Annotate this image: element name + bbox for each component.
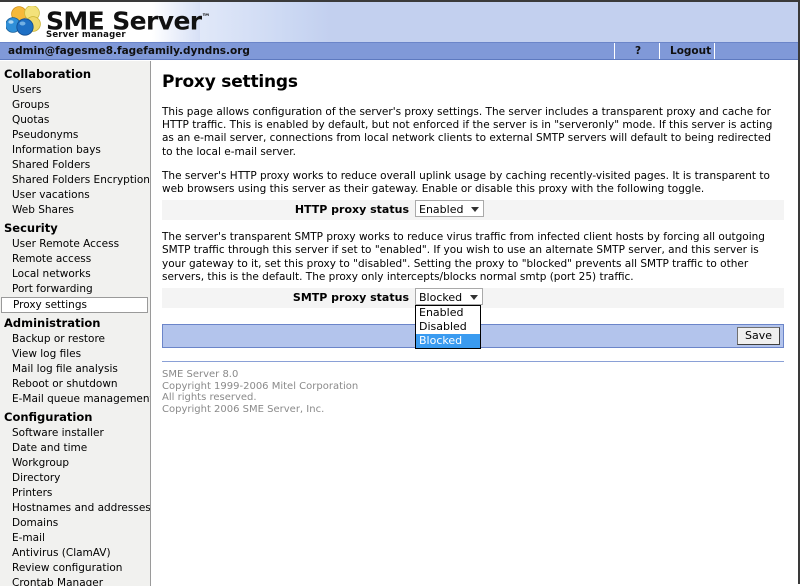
sidebar-item-groups[interactable]: Groups: [0, 98, 150, 113]
trademark-mark: ™: [201, 13, 211, 23]
sidebar-item-crontab-manager[interactable]: Crontab Manager: [0, 576, 150, 586]
sidebar-item-domains[interactable]: Domains: [0, 516, 150, 531]
sidebar-section-collaboration: Collaboration: [4, 67, 92, 81]
sidebar-item-date-and-time[interactable]: Date and time: [0, 441, 150, 456]
footer-line-rights: All rights reserved.: [162, 392, 257, 404]
sidebar-item-e-mail[interactable]: E-mail: [0, 531, 150, 546]
sidebar-item-software-installer[interactable]: Software installer: [0, 426, 150, 441]
sidebar-section-security: Security: [4, 221, 58, 235]
footer-line-version: SME Server 8.0: [162, 369, 239, 381]
sidebar-section-configuration: Configuration: [4, 410, 93, 424]
sidebar-item-local-networks[interactable]: Local networks: [0, 267, 150, 282]
smtp-proxy-status-select[interactable]: Blocked: [415, 288, 484, 306]
footer-divider: [162, 361, 784, 363]
sidebar-item-backup-or-restore[interactable]: Backup or restore: [0, 332, 150, 347]
sidebar-item-pseudonyms[interactable]: Pseudonyms: [0, 128, 150, 143]
sidebar-item-web-shares[interactable]: Web Shares: [0, 203, 150, 218]
sidebar-item-e-mail-queue-management[interactable]: E-Mail queue management: [0, 392, 150, 407]
userbar-divider: [659, 43, 660, 59]
http-proxy-status-label: HTTP proxy status: [294, 203, 409, 217]
smtp-proxy-status-row: SMTP proxy status Blocked Enabled Disable…: [162, 288, 784, 350]
app-logo-wordmark: SME Server™ Server manager: [46, 5, 211, 40]
sidebar-item-reboot-or-shutdown[interactable]: Reboot or shutdown: [0, 377, 150, 392]
dropdown-option-disabled[interactable]: Disabled: [416, 320, 480, 334]
sidebar-item-user-remote-access[interactable]: User Remote Access: [0, 237, 150, 252]
sidebar-item-shared-folders[interactable]: Shared Folders: [0, 158, 150, 173]
sidebar-item-antivirus-clamav-[interactable]: Antivirus (ClamAV): [0, 546, 150, 561]
userbar-divider: [614, 43, 615, 59]
sidebar-item-users[interactable]: Users: [0, 83, 150, 98]
http-proxy-status-select[interactable]: Enabled: [415, 200, 485, 218]
userbar-divider: [714, 43, 715, 59]
smtp-proxy-paragraph: The server's transparent SMTP proxy work…: [162, 231, 765, 283]
footer-line-sme: Copyright 2006 SME Server, Inc.: [162, 403, 325, 415]
browser-page: SME Server™ Server manager admin@fagesme…: [0, 0, 800, 586]
smtp-proxy-status-dropdown[interactable]: Enabled Disabled Blocked: [415, 305, 481, 350]
app-logo: SME Server™ Server manager: [6, 5, 506, 41]
page-title: Proxy settings: [162, 72, 298, 92]
sidebar-item-directory[interactable]: Directory: [0, 471, 150, 486]
http-proxy-paragraph: The server's HTTP proxy works to reduce …: [162, 169, 770, 196]
sidebar-navigation[interactable]: Collaboration Users Groups Quotas Pseudonyms…: [0, 61, 151, 586]
chevron-down-icon: [471, 207, 480, 213]
smtp-proxy-status-value: Blocked: [419, 291, 463, 305]
footer-line-mitel: Copyright 1999-2006 Mitel Corporation: [162, 380, 359, 392]
http-proxy-status-row: HTTP proxy status Enabled: [162, 200, 784, 221]
dropdown-option-enabled[interactable]: Enabled: [416, 306, 480, 320]
sidebar-item-proxy-settings[interactable]: Proxy settings: [1, 297, 148, 313]
logout-link[interactable]: Logout: [670, 45, 711, 57]
sidebar-item-workgroup[interactable]: Workgroup: [0, 456, 150, 471]
sidebar-item-printers[interactable]: Printers: [0, 486, 150, 501]
dropdown-option-blocked[interactable]: Blocked: [416, 334, 480, 349]
sidebar-item-hostnames-and-addresses[interactable]: Hostnames and addresses: [0, 501, 150, 516]
app-banner: SME Server™ Server manager: [0, 2, 798, 43]
spheres-logo-icon: [6, 6, 41, 36]
sidebar-section-administration: Administration: [4, 316, 101, 330]
sidebar-item-quotas[interactable]: Quotas: [0, 113, 150, 128]
help-link[interactable]: ?: [635, 45, 641, 57]
user-bar: admin@fagesme8.fagefamily.dyndns.org ? L…: [0, 43, 798, 60]
intro-paragraph: This page allows configuration of the se…: [162, 106, 773, 158]
sidebar-item-port-forwarding[interactable]: Port forwarding: [0, 282, 150, 297]
smtp-proxy-status-label: SMTP proxy status: [292, 291, 409, 305]
sidebar-item-information-bays[interactable]: Information bays: [0, 143, 150, 158]
sidebar-item-remote-access[interactable]: Remote access: [0, 252, 150, 267]
sidebar-item-shared-folders-encryption[interactable]: Shared Folders Encryption: [0, 173, 150, 188]
sidebar-item-mail-log-file-analysis[interactable]: Mail log file analysis: [0, 362, 150, 377]
footer-copyright: SME Server 8.0 Copyright 1999-2006 Mitel…: [162, 369, 788, 415]
sidebar-item-review-configuration[interactable]: Review configuration: [0, 561, 150, 576]
main-content: Proxy settings This page allows configur…: [152, 61, 798, 586]
current-user-identity: admin@fagesme8.fagefamily.dyndns.org: [8, 45, 250, 57]
http-proxy-status-value: Enabled: [419, 203, 464, 217]
sidebar-item-user-vacations[interactable]: User vacations: [0, 188, 150, 203]
sidebar-item-view-log-files[interactable]: View log files: [0, 347, 150, 362]
chevron-down-icon: [470, 295, 479, 301]
save-button[interactable]: Save: [736, 327, 780, 346]
